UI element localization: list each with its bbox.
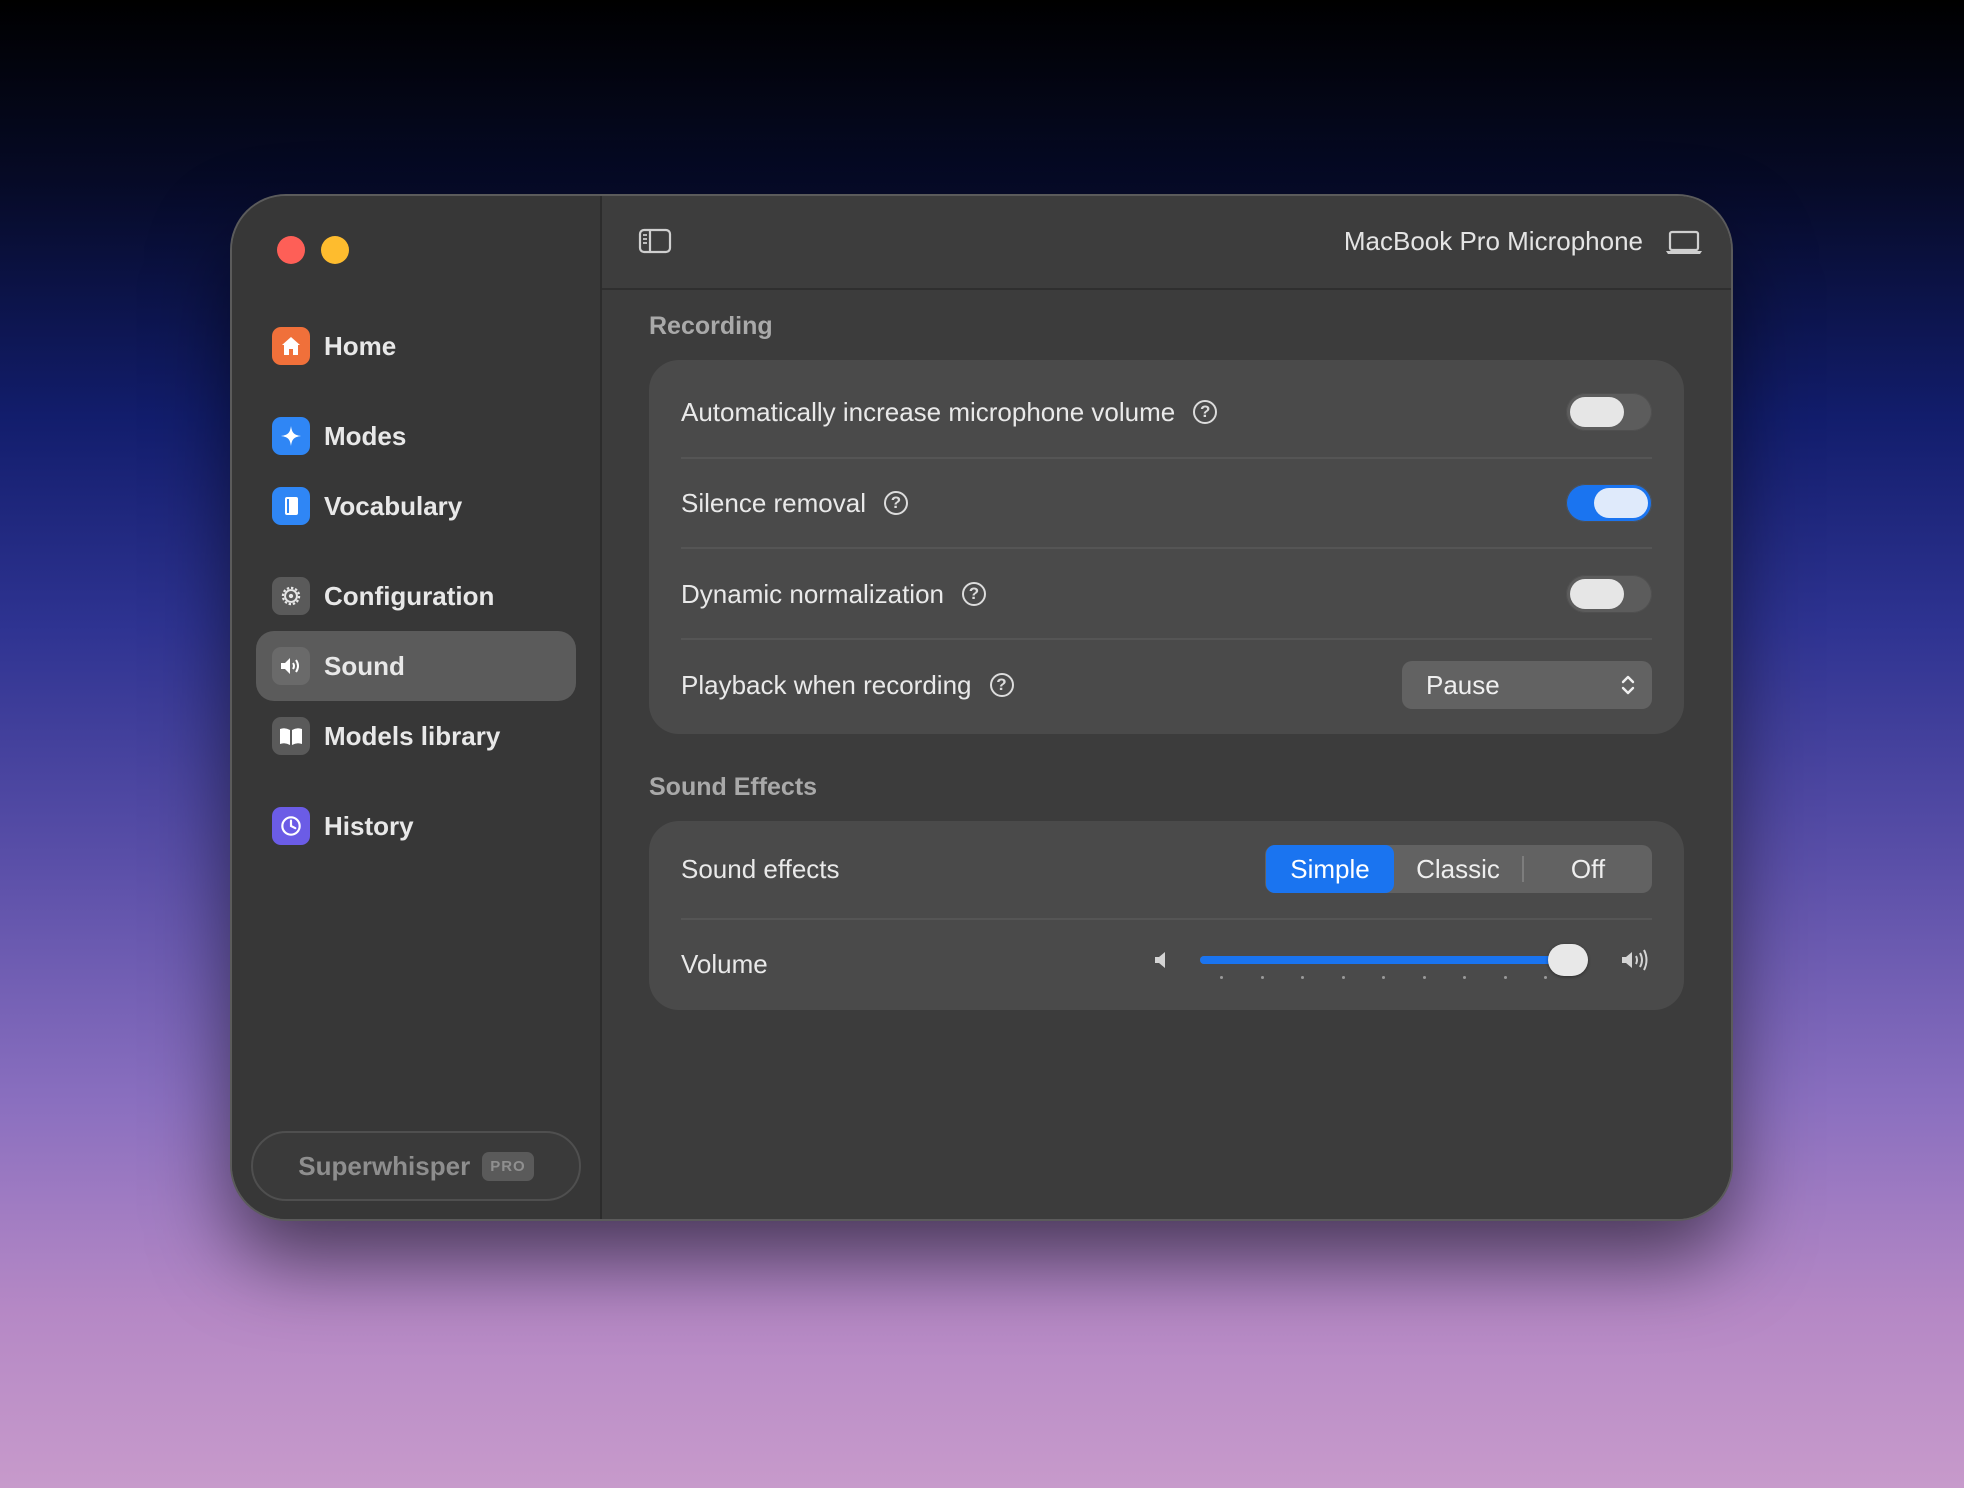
volume-tick (1341, 976, 1345, 979)
silence-removal-toggle[interactable] (1566, 484, 1652, 522)
volume-tick (1220, 976, 1223, 979)
sidebar-item-home[interactable]: Home (256, 311, 576, 381)
close-window-button[interactable] (277, 236, 305, 264)
volume-tick (1382, 976, 1385, 979)
playback-select-value: Pause (1426, 669, 1500, 700)
recording-card: Automatically increase microphone volume… (649, 360, 1684, 734)
laptop-icon[interactable] (1665, 230, 1703, 261)
chevron-up-down-icon (1621, 675, 1635, 695)
speaker-icon (272, 647, 310, 685)
speaker-low-icon (1155, 952, 1165, 968)
dynamic-normalization-toggle[interactable] (1566, 575, 1652, 613)
volume-row: Volume (681, 934, 1652, 994)
volume-tick (1422, 976, 1426, 979)
microphone-name[interactable]: MacBook Pro Microphone (1344, 226, 1643, 257)
history-icon (272, 807, 310, 845)
sound-effects-card: Sound effects Simple Classic Off Volume (649, 821, 1684, 1010)
toggle-knob (1570, 579, 1624, 609)
main-content: MacBook Pro Microphone Recording Automat… (602, 196, 1731, 1219)
dynamic-normalization-label: Dynamic normalization (681, 578, 944, 609)
sidebar-item-label: Models library (324, 720, 501, 751)
help-icon[interactable]: ? (989, 673, 1014, 697)
divider (681, 457, 1652, 459)
toggle-knob (1594, 488, 1648, 518)
sidebar-item-label: History (324, 810, 414, 841)
minimize-window-button[interactable] (321, 236, 349, 264)
sidebar-item-sound[interactable]: Sound (256, 631, 576, 701)
divider (681, 918, 1652, 920)
volume-tick (1301, 976, 1304, 979)
auto-volume-label: Automatically increase microphone volume (681, 396, 1176, 427)
sparkle-icon (272, 417, 310, 455)
playback-label: Playback when recording (681, 669, 972, 700)
divider (681, 638, 1652, 640)
sidebar-item-vocabulary[interactable]: Vocabulary (256, 471, 576, 541)
sidebar-item-label: Modes (324, 420, 407, 451)
volume-tick (1260, 976, 1264, 979)
volume-tick (1463, 976, 1466, 979)
dynamic-normalization-row: Dynamic normalization ? (681, 564, 1652, 624)
divider (681, 547, 1652, 549)
sidebar-item-label: Configuration (324, 580, 495, 611)
sound-effects-row: Sound effects Simple Classic Off (681, 843, 1652, 895)
volume-slider-thumb[interactable] (1548, 944, 1588, 976)
sidebar-item-models-library[interactable]: Models library (256, 701, 576, 771)
silence-removal-label: Silence removal (681, 487, 866, 518)
volume-slider-fill (1200, 956, 1568, 964)
account-button[interactable]: Superwhisper PRO (251, 1131, 581, 1201)
sound-effects-section-title: Sound Effects (649, 773, 818, 801)
sidebar: Home Modes Vocabulary Configuration Soun… (232, 196, 602, 1219)
help-icon[interactable]: ? (883, 491, 908, 515)
volume-label: Volume (681, 948, 768, 979)
book-icon (272, 487, 310, 525)
sound-effects-segmented-control[interactable]: Simple Classic Off (1265, 845, 1652, 893)
segment-classic[interactable]: Classic (1394, 845, 1522, 893)
segment-simple[interactable]: Simple (1266, 845, 1394, 893)
volume-slider-area (1152, 934, 1652, 994)
recording-section-title: Recording (649, 312, 773, 340)
sidebar-toggle-icon[interactable] (638, 227, 672, 260)
sidebar-item-label: Sound (324, 650, 405, 681)
sidebar-item-configuration[interactable]: Configuration (256, 561, 576, 631)
silence-removal-row: Silence removal ? (681, 473, 1652, 533)
segment-off[interactable]: Off (1524, 845, 1652, 893)
house-icon (272, 327, 310, 365)
help-icon[interactable]: ? (961, 582, 986, 606)
playback-select[interactable]: Pause (1402, 661, 1652, 709)
sidebar-item-modes[interactable]: Modes (256, 401, 576, 471)
toggle-knob (1570, 397, 1624, 427)
help-icon[interactable]: ? (1193, 400, 1218, 424)
auto-volume-row: Automatically increase microphone volume… (681, 382, 1652, 442)
brand-name: Superwhisper (298, 1150, 471, 1181)
volume-slider[interactable] (1200, 944, 1588, 976)
toolbar: MacBook Pro Microphone (602, 196, 1731, 290)
open-book-icon (272, 717, 310, 755)
playback-row: Playback when recording ? Pause (681, 655, 1652, 715)
sidebar-item-history[interactable]: History (256, 791, 576, 861)
sound-effects-label: Sound effects (681, 853, 840, 884)
app-window: Home Modes Vocabulary Configuration Soun… (232, 196, 1731, 1219)
volume-tick (1544, 976, 1547, 979)
pro-badge: PRO (482, 1151, 534, 1181)
gear-icon (272, 577, 310, 615)
speaker-high-icon (1622, 949, 1648, 971)
auto-volume-toggle[interactable] (1566, 393, 1652, 431)
sidebar-item-label: Vocabulary (324, 490, 463, 521)
volume-tick (1503, 976, 1507, 979)
sidebar-item-label: Home (324, 330, 397, 361)
